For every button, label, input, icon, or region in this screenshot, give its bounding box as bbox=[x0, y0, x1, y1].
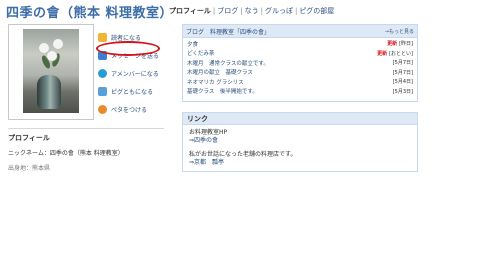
member-icon bbox=[98, 68, 107, 78]
link-text: お料理教室HP bbox=[189, 129, 228, 136]
updated-badge: 更新 bbox=[387, 41, 398, 48]
divider bbox=[8, 128, 164, 129]
annotation-circle bbox=[96, 41, 160, 56]
list-item: 木曜月 通常クラスの献立です。 [5月7日] bbox=[187, 58, 413, 68]
profile-photo[interactable] bbox=[23, 29, 79, 113]
blog-entry-date: [5月4日] bbox=[392, 79, 413, 86]
global-nav: プロフィール | ブログ | なう | グルっぽ | ピグの部屋 bbox=[169, 6, 334, 16]
profile-photo-frame bbox=[8, 24, 94, 120]
blog-entry-list: 夕食 更新 [昨日] どくだみ茶 更新 [おととい] 木曜月 通常クラスの献立です。… bbox=[183, 38, 417, 96]
blog-box-header: ブログ 料理教室「四季の會」 →もっと見る bbox=[183, 25, 417, 38]
updated-badge: 更新 bbox=[377, 50, 388, 57]
nav-separator: | bbox=[260, 7, 263, 15]
profile-heading: プロフィール bbox=[8, 134, 50, 142]
blog-entry-date: [5月3日] bbox=[392, 88, 413, 95]
flower-shape bbox=[47, 51, 57, 61]
nav-profile[interactable]: プロフィール bbox=[169, 7, 211, 15]
link-shiki-no-kai[interactable]: ⇒四季の會 bbox=[189, 135, 411, 144]
blog-entry-link[interactable]: 基礎クラス 後半開始です。 bbox=[187, 87, 258, 95]
action-label: ペタをつける bbox=[111, 106, 148, 114]
blog-entry-link[interactable]: どくだみ茶 bbox=[187, 49, 214, 57]
link-body: お料理教室HP ⇒四季の會 私がお世話になった老舗の料理店です。 ⇒京都 瓢亭 bbox=[183, 125, 417, 167]
list-item: 木曜月の献立 基礎クラス [5月7日] bbox=[187, 68, 413, 78]
become-member-button[interactable]: アメンバーになる bbox=[98, 64, 159, 82]
list-item: 基礎クラス 後半開始です。 [5月3日] bbox=[187, 87, 413, 97]
reader-icon bbox=[98, 32, 107, 42]
blog-entry-date: [5月7日] bbox=[392, 69, 413, 76]
blog-entry-date: 更新 [昨日] bbox=[387, 40, 413, 47]
profile-section: プロフィール ニックネーム：四季の會（熊本 料理教室） 出身地：熊本県 bbox=[8, 128, 164, 178]
footprint-icon bbox=[98, 104, 107, 114]
pigg-icon bbox=[98, 86, 107, 96]
nav-blog[interactable]: ブログ bbox=[217, 7, 238, 15]
link-text: 私がお世話になった老舗の料理店です。 bbox=[189, 151, 297, 158]
nav-separator: | bbox=[240, 7, 243, 15]
nav-groups[interactable]: グルっぽ bbox=[265, 7, 293, 15]
blog-entry-link[interactable]: 夕食 bbox=[187, 40, 198, 48]
nav-separator: | bbox=[294, 7, 298, 15]
action-label: ピグともになる bbox=[111, 88, 154, 96]
nav-pigg-room[interactable]: ピグの部屋 bbox=[299, 7, 334, 15]
nav-now[interactable]: なう bbox=[245, 7, 259, 15]
date-text: [昨日] bbox=[399, 41, 413, 48]
blog-entry-date: [5月7日] bbox=[392, 60, 413, 67]
list-item: 夕食 更新 [昨日] bbox=[187, 39, 413, 49]
action-label: アメンバーになる bbox=[111, 70, 159, 78]
list-item: どくだみ茶 更新 [おととい] bbox=[187, 49, 413, 59]
date-text: [おととい] bbox=[389, 50, 413, 57]
blog-entry-link[interactable]: 木曜月の献立 基礎クラス bbox=[187, 68, 253, 76]
blog-entry-link[interactable]: ネオマリカ グラシリス bbox=[187, 78, 244, 86]
list-item: ネオマリカ グラシリス [5月4日] bbox=[187, 77, 413, 87]
profile-nickname: ニックネーム：四季の會（熊本 料理教室） bbox=[8, 150, 124, 157]
blog-entry-date: 更新 [おととい] bbox=[377, 50, 413, 57]
profile-page: 四季の會（熊本 料理教室） プロフィール | ブログ | なう | グルっぽ | ピグの部屋 読… bbox=[0, 0, 500, 268]
link-hyotei[interactable]: ⇒京都 瓢亭 bbox=[189, 157, 411, 166]
page-title[interactable]: 四季の會（熊本 料理教室） bbox=[6, 2, 173, 21]
profile-location: 出身地：熊本県 bbox=[8, 165, 51, 172]
blog-entry-link[interactable]: 木曜月 通常クラスの献立です。 bbox=[187, 59, 269, 67]
link-box: リンク お料理教室HP ⇒四季の會 私がお世話になった老舗の料理店です。 ⇒京都… bbox=[182, 112, 418, 172]
blog-box: ブログ 料理教室「四季の會」 →もっと見る 夕食 更新 [昨日] どくだみ茶 更新… bbox=[182, 24, 418, 102]
pigg-friend-button[interactable]: ピグともになる bbox=[98, 82, 159, 100]
flower-shape bbox=[53, 39, 63, 49]
vase-shape bbox=[37, 75, 61, 109]
nav-separator: | bbox=[212, 7, 216, 15]
blog-title-link[interactable]: ブログ 料理教室「四季の會」 bbox=[186, 27, 270, 36]
link-heading: リンク bbox=[183, 113, 417, 125]
add-footprint-button[interactable]: ペタをつける bbox=[98, 100, 159, 118]
blog-more-link[interactable]: →もっと見る bbox=[385, 28, 414, 35]
